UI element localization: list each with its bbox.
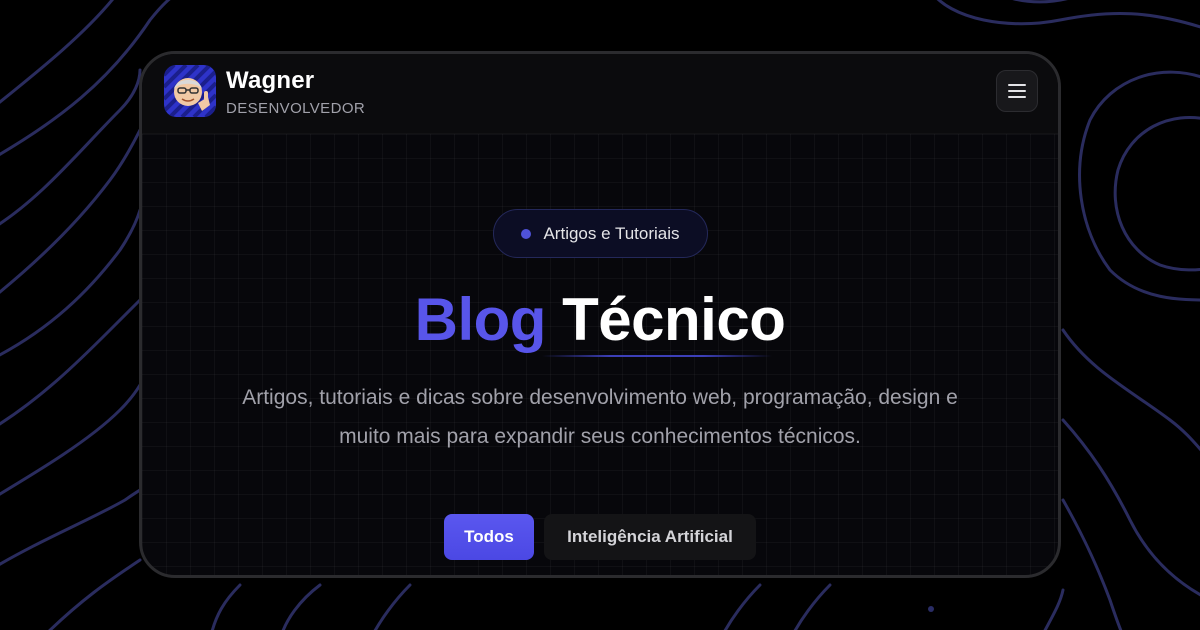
page-title: Blog Técnico [142,280,1058,360]
hamburger-menu-icon [1008,84,1026,98]
badge-label: Artigos e Tutoriais [543,223,680,243]
title-main: Técnico [562,286,786,353]
filter-button-todos[interactable]: Todos [444,514,534,560]
filter-button-inteligencia-artificial[interactable]: Inteligência Artificial [544,514,756,560]
badge-dot-icon [521,228,532,239]
brand-role: DESENVOLVEDOR [226,100,366,117]
site-header: Wagner DESENVOLVEDOR [142,54,1058,134]
title-accent: Blog [414,286,547,353]
section-badge: Artigos e Tutoriais [493,209,708,258]
browser-frame: Wagner DESENVOLVEDOR Artigos e Tutoriais… [139,51,1061,578]
menu-button[interactable] [996,70,1038,112]
avatar[interactable] [164,65,216,117]
description-line-1: Artigos, tutoriais e dicas sobre desenvo… [242,386,958,409]
memoji-avatar-icon [164,65,216,117]
background-dot [928,606,934,612]
description-line-2: muito mais para expandir seus conhecimen… [339,425,861,448]
page-description: Artigos, tutoriais e dicas sobre desenvo… [182,378,1018,456]
brand-name[interactable]: Wagner [226,67,314,95]
title-underline [542,355,772,357]
